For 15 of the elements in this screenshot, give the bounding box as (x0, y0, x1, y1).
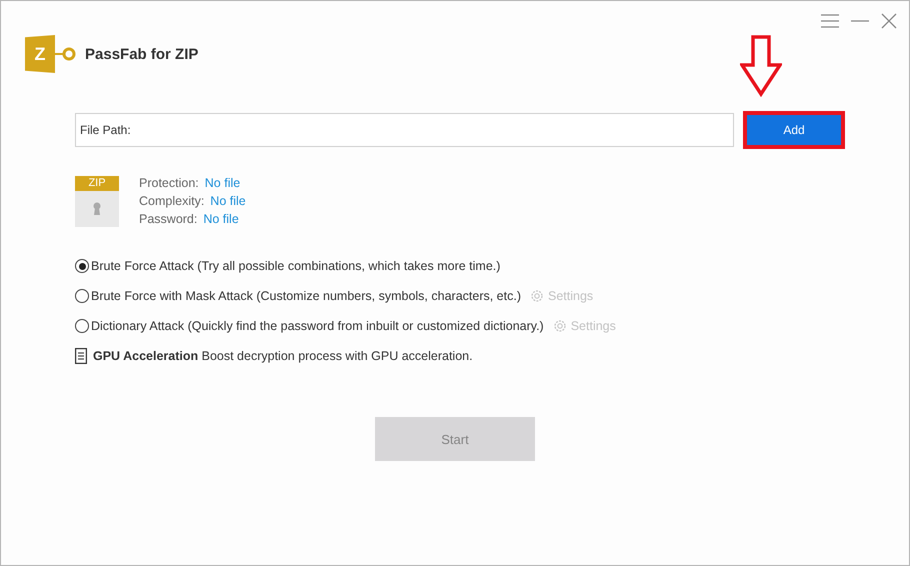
field-value: No file (203, 212, 239, 226)
zip-key-logo: Z (25, 35, 77, 73)
window-title: PassFab for ZIP (85, 46, 198, 62)
zip-file-thumbnail: ZIP (75, 176, 119, 227)
attack-mode-label[interactable]: Brute Force with Mask Attack (Customize numbers, symbols, characters, etc.) (91, 289, 521, 303)
field-value: No file (210, 194, 246, 208)
field-value: No file (204, 176, 240, 190)
file-path-field[interactable]: File Path: (75, 113, 734, 147)
attack-mode-label[interactable]: Dictionary Attack (Quickly find the password from inbuilt or customized dictionary.) (91, 319, 544, 333)
field-label: Complexity: (139, 194, 204, 208)
add-button[interactable]: Add (743, 111, 845, 149)
attack-mode-label[interactable]: Brute Force Attack (Try all possible combinations, which takes more time.) (91, 259, 500, 273)
gpu-acceleration-text: GPU Acceleration Boost decryption process with GPU acceleration. (93, 349, 473, 363)
field-label: Password: (139, 212, 198, 226)
field-label: Protection: (139, 176, 199, 190)
